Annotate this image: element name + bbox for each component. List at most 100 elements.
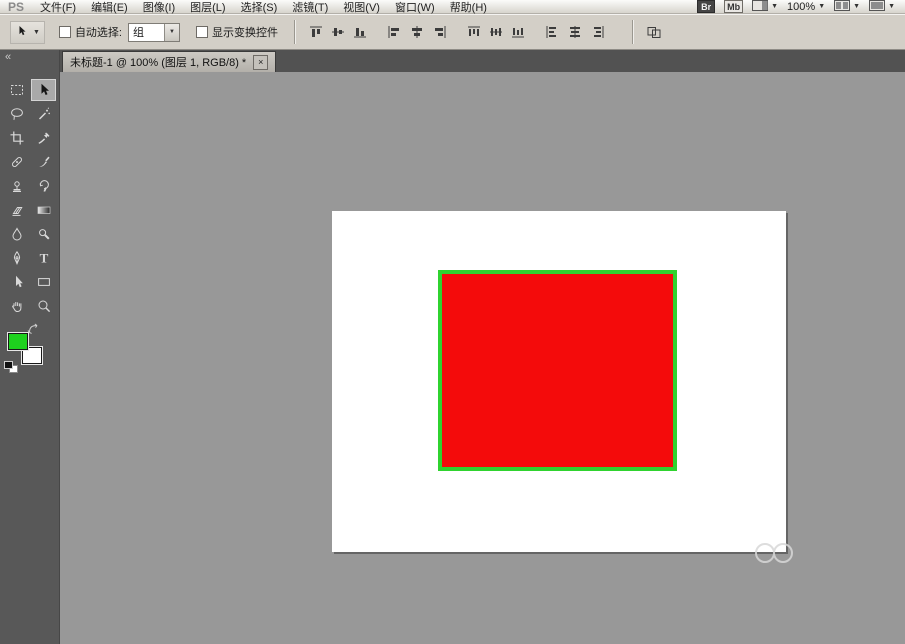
workspace-switcher-button[interactable]: ▼ [752,0,778,14]
auto-align-layers-button[interactable] [644,24,663,41]
tool-shape[interactable] [31,271,56,293]
close-icon[interactable]: × [253,55,268,70]
document-tab-bar: 未标题-1 @ 100% (图层 1, RGB/8) * × [60,50,905,72]
align-left-button[interactable] [385,24,404,41]
tool-zoom[interactable] [31,295,56,317]
tool-hand[interactable] [4,295,29,317]
chevron-down-icon: ▼ [818,3,825,10]
path-selection-icon [9,274,25,290]
type-tool-icon: T [36,250,52,266]
document-canvas[interactable] [332,211,786,552]
arrange-documents-button[interactable]: ▼ [834,0,860,14]
mb-button[interactable]: Mb [724,0,743,13]
history-brush-icon [36,178,52,194]
move-tool-icon [36,82,52,98]
align-right-button[interactable] [429,24,448,41]
auto-select-label: 自动选择: [75,24,122,40]
tool-history-brush[interactable] [31,175,56,197]
separator [632,20,634,44]
default-foreground-mini-swatch [4,361,13,369]
tools-panel: « T [0,50,60,644]
brush-icon [36,154,52,170]
tool-eraser[interactable] [4,199,29,221]
align-top-button[interactable] [306,24,325,41]
tool-lasso[interactable] [4,103,29,125]
foreground-color-swatch[interactable] [7,332,29,351]
separator [294,20,296,44]
distribute-top-button[interactable] [464,24,483,41]
distribute-left-button[interactable] [543,24,562,41]
menu-image[interactable]: 图像(I) [143,0,175,15]
svg-text:T: T [39,251,48,266]
show-transform-controls-label: 显示变换控件 [212,24,278,40]
align-bottom-icon [352,25,368,39]
distribute-vertical-center-button[interactable] [486,24,505,41]
auto-select-target-dropdown[interactable]: 组 ▼ [128,23,180,42]
tool-crop[interactable] [4,127,29,149]
healing-brush-icon [9,154,25,170]
document-tab[interactable]: 未标题-1 @ 100% (图层 1, RGB/8) * × [62,51,276,72]
menu-window[interactable]: 窗口(W) [395,0,435,15]
menu-layer[interactable]: 图层(L) [190,0,225,15]
ps-logo: PS [8,0,24,14]
menu-help[interactable]: 帮助(H) [450,0,487,15]
distribute-horizontal-center-button[interactable] [565,24,584,41]
tool-brush[interactable] [31,151,56,173]
tool-eyedropper[interactable] [31,127,56,149]
menu-edit[interactable]: 编辑(E) [91,0,128,15]
rectangle-shape-icon [36,274,52,290]
bridge-button[interactable]: Br [697,0,715,13]
align-group-2 [385,24,448,41]
tool-clone-stamp[interactable] [4,175,29,197]
screen-mode-button[interactable]: ▼ [869,0,895,14]
tool-pen[interactable] [4,247,29,269]
workspace-layout-icon [752,0,768,14]
menu-bar-right-controls: Br Mb ▼ 100% ▼ ▼ ▼ [697,0,895,14]
distribute-left-icon [545,25,561,39]
chevron-down-icon: ▼ [853,3,860,10]
arrange-documents-icon [834,0,850,14]
menu-bar: PS 文件(F) 编辑(E) 图像(I) 图层(L) 选择(S) 滤镜(T) 视… [0,0,905,14]
clone-stamp-icon [9,178,25,194]
align-vertical-center-icon [330,25,346,39]
distribute-bottom-button[interactable] [508,24,527,41]
canvas-workspace [60,72,905,644]
zoom-level-value: 100% [787,1,815,13]
distribute-right-button[interactable] [587,24,606,41]
menu-file[interactable]: 文件(F) [40,0,76,15]
zoom-level-dropdown[interactable]: 100% ▼ [787,1,825,13]
default-colors-button[interactable] [4,361,18,373]
align-vertical-center-button[interactable] [328,24,347,41]
tool-dodge[interactable] [31,223,56,245]
tool-magic-wand[interactable] [31,103,56,125]
dodge-icon [36,226,52,242]
align-horizontal-center-button[interactable] [407,24,426,41]
chevron-down-icon: ▼ [164,24,179,41]
document-tab-title: 未标题-1 @ 100% (图层 1, RGB/8) * [70,54,246,70]
menu-filter[interactable]: 滤镜(T) [292,0,328,15]
tool-gradient[interactable] [31,199,56,221]
red-rectangle-shape[interactable] [438,270,677,471]
collapse-panel-button[interactable]: « [5,51,10,63]
tool-move[interactable] [31,79,56,101]
tool-rectangular-marquee[interactable] [4,79,29,101]
tool-healing-brush[interactable] [4,151,29,173]
tool-type[interactable]: T [31,247,56,269]
magic-wand-icon [36,106,52,122]
photoshop-window: PS 文件(F) 编辑(E) 图像(I) 图层(L) 选择(S) 滤镜(T) 视… [0,0,905,644]
auto-select-checkbox[interactable] [59,26,71,38]
menu-view[interactable]: 视图(V) [343,0,380,15]
show-transform-controls-checkbox[interactable] [196,26,208,38]
chevron-down-icon: ▼ [771,3,778,10]
distribute-vertical-center-icon [488,25,504,39]
tool-preset-picker[interactable]: ▼ [10,21,45,44]
tool-path-selection[interactable] [4,271,29,293]
chevron-down-icon: ▼ [33,29,40,36]
distribute-horizontal-center-icon [567,25,583,39]
tool-blur[interactable] [4,223,29,245]
align-horizontal-center-icon [409,25,425,39]
menu-select[interactable]: 选择(S) [241,0,278,15]
align-bottom-button[interactable] [350,24,369,41]
crop-icon [9,130,25,146]
eyedropper-icon [36,130,52,146]
